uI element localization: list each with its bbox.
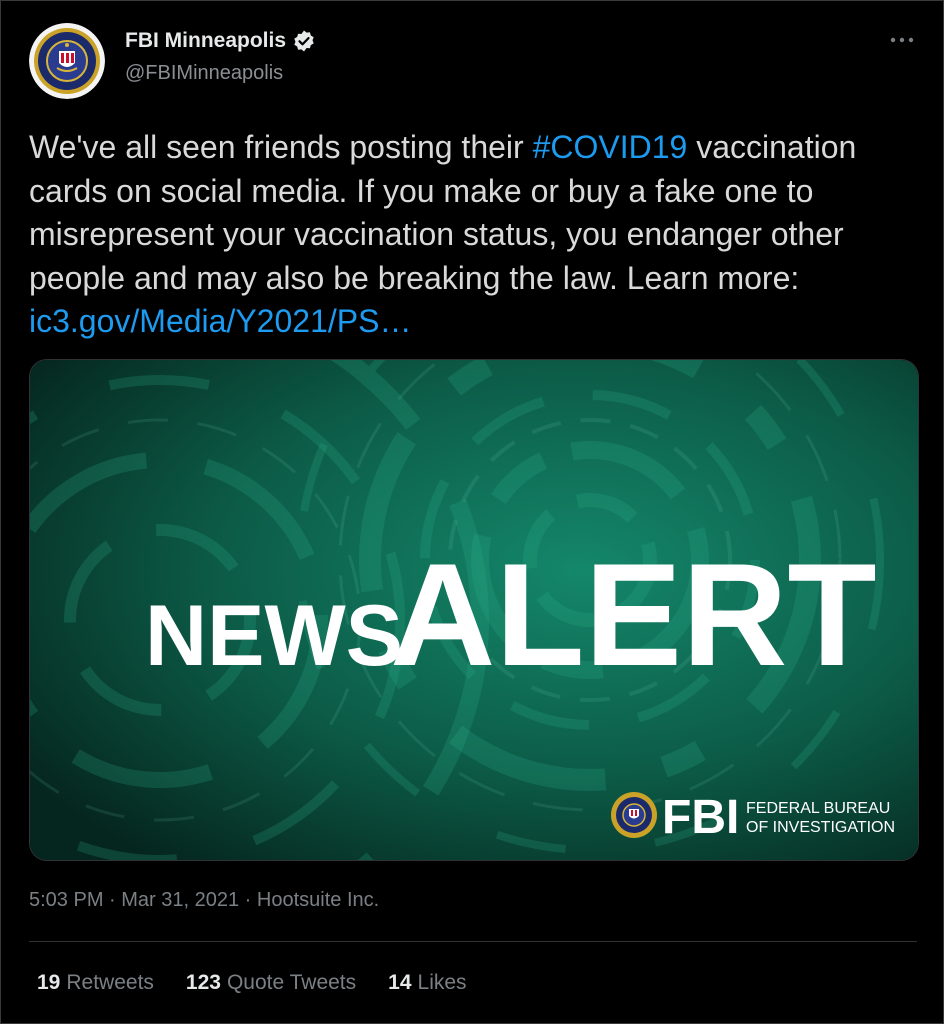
verified-badge-icon	[294, 30, 314, 52]
hashtag-link[interactable]: #COVID19	[533, 129, 688, 165]
fbi-name-line2: OF INVESTIGATION	[746, 819, 895, 836]
tweet-source[interactable]: Hootsuite Inc.	[257, 889, 379, 911]
more-options-button[interactable]	[887, 25, 917, 55]
fbi-seal-small-icon	[611, 792, 657, 838]
meta-separator: ·	[239, 889, 257, 911]
quote-tweets-label: Quote Tweets	[226, 971, 357, 994]
retweets-label: Retweets	[66, 971, 154, 994]
tweet-date[interactable]: Mar 31, 2021	[121, 889, 239, 911]
fbi-name-line1: FEDERAL BUREAU	[746, 800, 890, 817]
divider	[29, 941, 917, 942]
fbi-seal-icon	[29, 23, 105, 99]
avatar[interactable]	[29, 23, 105, 99]
news-word: NEWS	[145, 588, 403, 684]
account-handle[interactable]: @FBIMinneapolis	[125, 62, 283, 85]
tweet-time[interactable]: 5:03 PM	[29, 889, 103, 911]
media-image[interactable]: NEWS ALERT FBI FEDERAL BUREAU OF INVESTI…	[29, 359, 919, 861]
retweets-stat[interactable]: 19 Retweets	[37, 971, 154, 995]
engagement-stats: 19 Retweets 123 Quote Tweets 14 Likes	[37, 971, 467, 995]
retweets-count: 19	[37, 971, 61, 994]
article-link[interactable]: ic3.gov/Media/Y2021/PS…	[29, 303, 411, 339]
display-name[interactable]: FBI Minneapolis	[125, 29, 316, 53]
tweet-text: We've all seen friends posting their #CO…	[29, 126, 919, 344]
meta-separator: ·	[103, 889, 122, 911]
tweet-metadata: 5:03 PM · Mar 31, 2021 · Hootsuite Inc.	[29, 889, 379, 912]
more-icon	[890, 37, 914, 43]
alert-word: ALERT	[390, 533, 877, 696]
fbi-letters: FBI	[662, 791, 739, 844]
tweet-frame: FBI Minneapolis @FBIMinneapolis We've al…	[0, 0, 944, 1024]
quote-tweets-stat[interactable]: 123 Quote Tweets	[186, 971, 356, 995]
tweet-text-part1: We've all seen friends posting their	[29, 129, 533, 165]
likes-label: Likes	[417, 971, 467, 994]
quote-tweets-count: 123	[185, 971, 221, 994]
likes-count: 14	[388, 971, 412, 994]
likes-stat[interactable]: 14 Likes	[388, 971, 466, 995]
display-name-text[interactable]: FBI Minneapolis	[125, 29, 286, 53]
news-alert-graphic: NEWS ALERT FBI FEDERAL BUREAU OF INVESTI…	[30, 360, 918, 860]
